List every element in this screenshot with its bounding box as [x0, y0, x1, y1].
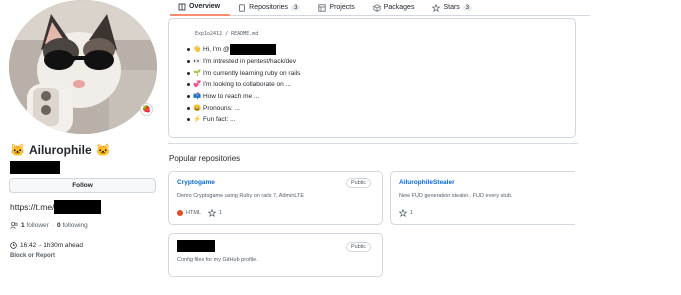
- repo-name-link[interactable]: AilurophileStealer: [399, 179, 455, 186]
- tab-label: Stars: [443, 4, 460, 11]
- cat-emoji-icon: 🐱: [95, 143, 111, 157]
- cat-emoji-icon: 🐱: [10, 143, 25, 157]
- list-item: 💞️ I'm looking to collaborate on ...: [187, 79, 300, 91]
- repo-description: New FUD generation stealer.. FUD every s…: [399, 193, 513, 199]
- profile-tabs: Overview Repositories 3 Projects Package…: [170, 0, 590, 16]
- table-icon: [318, 3, 327, 12]
- repo-icon: [239, 3, 246, 12]
- status-emoji: 🍓: [142, 106, 151, 113]
- tab-overview[interactable]: Overview: [170, 0, 231, 16]
- hearts-icon: 💞️: [193, 81, 202, 89]
- list-item: 🌱 I'm currently learning ruby on rails: [187, 67, 300, 79]
- cat-photo: [9, 0, 157, 134]
- package-icon: [373, 3, 381, 12]
- profile-name: 🐱 Ailurophile 🐱: [10, 143, 111, 157]
- redacted-link: [54, 200, 102, 214]
- following-link[interactable]: 0 following: [57, 222, 88, 229]
- avatar[interactable]: [9, 0, 157, 134]
- tab-projects[interactable]: Projects: [310, 0, 364, 16]
- tab-label: Overview: [189, 3, 221, 10]
- followers-link[interactable]: 1 follower: [21, 222, 49, 229]
- seedling-icon: 🌱: [193, 69, 202, 77]
- repo-description: Demo Cryptogame using Ruby on rails 7, A…: [177, 193, 305, 199]
- visibility-badge: Public: [346, 242, 371, 252]
- tab-counter: 3: [462, 4, 473, 11]
- star-icon[interactable]: [399, 209, 407, 217]
- redacted-username: [10, 161, 60, 174]
- tab-packages[interactable]: Packages: [365, 0, 425, 16]
- repo-meta: HTML 1: [177, 209, 222, 217]
- eyes-icon: 👀: [193, 58, 202, 66]
- repo-card: Public Config files for my GitHub profil…: [168, 233, 383, 277]
- list-item: 👋 Hi, I'm @: [187, 44, 300, 56]
- tab-label: Repositories: [249, 4, 289, 11]
- tab-label: Packages: [383, 4, 415, 11]
- block-report-link[interactable]: Block or Report: [10, 253, 55, 259]
- redacted-handle: [229, 44, 276, 56]
- list-item: 😄 Pronouns: ...: [187, 102, 300, 114]
- follow-button[interactable]: Follow: [9, 178, 156, 193]
- display-name: Ailurophile: [28, 143, 92, 157]
- star-count[interactable]: 1: [219, 210, 222, 216]
- repo-name-link[interactable]: Cryptogame: [177, 179, 215, 186]
- mailbox-icon: 📫: [193, 93, 202, 101]
- link-prefix: https://t.me/: [10, 202, 55, 212]
- list-item: ⚡ Fun fact: ...: [187, 114, 300, 126]
- follow-stats: 1 follower · 0 following: [10, 222, 88, 229]
- tab-counter: 3: [291, 4, 301, 11]
- repo-meta: 1: [399, 209, 413, 217]
- redacted-repo-name: [177, 240, 215, 252]
- star-icon[interactable]: [207, 209, 216, 217]
- stats-separator: ·: [51, 222, 55, 229]
- visibility-badge: Public: [346, 178, 371, 188]
- tab-repositories[interactable]: Repositories 3: [230, 0, 310, 16]
- language-color-dot: [177, 210, 183, 216]
- local-time: 16:42 - 1h30m ahead: [10, 242, 83, 249]
- divider: [168, 143, 578, 144]
- smile-icon: 😄: [193, 104, 202, 112]
- lightning-icon: ⚡: [193, 116, 202, 124]
- status-emoji-button[interactable]: 🍓: [140, 103, 153, 116]
- list-item: 📫 How to reach me ...: [187, 91, 300, 103]
- wave-icon: 👋: [193, 46, 202, 54]
- repo-description: Config files for my GitHub profile.: [177, 257, 258, 263]
- clock-icon: [10, 242, 17, 249]
- time-offset: - 1h30m ahead: [39, 242, 84, 249]
- repo-language: HTML: [186, 210, 201, 216]
- readme-path[interactable]: Exp1o2412 / README.md: [195, 31, 258, 37]
- book-icon: [178, 3, 186, 10]
- list-item: 👀 I'm intrested in pentest/hack/dev: [187, 56, 300, 68]
- people-icon: [10, 222, 18, 229]
- tab-label: Projects: [329, 4, 355, 11]
- profile-link[interactable]: https://t.me/: [10, 200, 102, 214]
- star-count[interactable]: 1: [410, 210, 413, 216]
- time-value: 16:42: [20, 242, 37, 249]
- repo-card: Cryptogame Public Demo Cryptogame using …: [168, 171, 383, 225]
- star-icon: [432, 3, 441, 12]
- tab-stars[interactable]: Stars 3: [424, 0, 482, 16]
- popular-repos-title: Popular repositories: [169, 154, 241, 163]
- repo-card: AilurophileStealer New FUD generation st…: [390, 171, 575, 225]
- readme-list: 👋 Hi, I'm @ 👀 I'm intrested in pentest/hac…: [187, 44, 300, 126]
